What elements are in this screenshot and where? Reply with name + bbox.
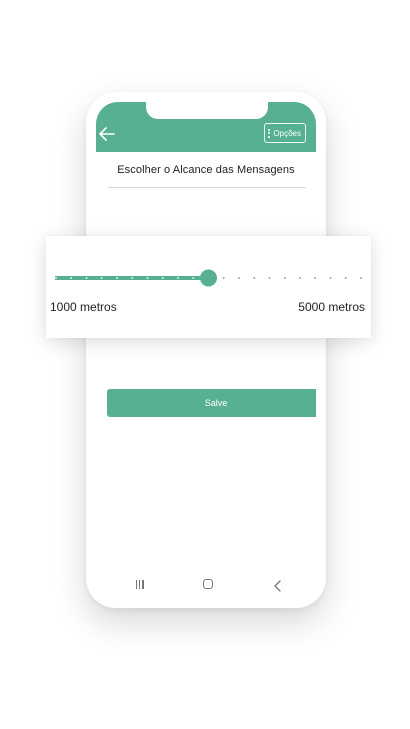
back-icon[interactable] — [273, 579, 283, 592]
slider-tick — [329, 277, 332, 279]
range-slider[interactable] — [54, 268, 362, 288]
slider-tick — [161, 277, 164, 279]
slider-tick — [283, 277, 286, 279]
slider-tick — [146, 277, 149, 279]
range-slider-card: 1000 metros 5000 metros — [46, 236, 371, 338]
system-nav-bar — [96, 576, 316, 598]
slider-tick — [177, 277, 179, 279]
phone-frame: Opções Escolher o Alcance das Mensagens … — [86, 92, 326, 608]
slider-tick — [85, 277, 88, 279]
slider-tick — [116, 277, 118, 279]
save-button[interactable]: Salve — [107, 389, 316, 417]
app-bar: Opções — [96, 102, 316, 152]
phone-screen: Opções Escolher o Alcance das Mensagens … — [96, 102, 316, 598]
back-arrow-icon[interactable] — [98, 126, 116, 142]
slider-min-label: 1000 metros — [50, 300, 117, 314]
more-vertical-icon — [268, 128, 271, 138]
title-divider — [108, 187, 306, 188]
slider-tick — [222, 277, 225, 279]
camera-notch — [146, 102, 268, 119]
slider-max-label: 5000 metros — [298, 300, 365, 314]
home-icon[interactable] — [203, 579, 213, 589]
slider-tick — [131, 277, 134, 279]
slider-tick — [253, 277, 256, 279]
slider-tick — [55, 277, 57, 279]
slider-tick — [192, 277, 195, 279]
options-label: Opções — [273, 128, 301, 138]
slider-tick — [299, 277, 301, 279]
slider-tick — [238, 277, 240, 279]
slider-tick — [344, 277, 347, 279]
options-button[interactable]: Opções — [264, 123, 306, 143]
slider-tick — [100, 277, 103, 279]
slider-tick — [360, 277, 362, 279]
page-title: Escolher o Alcance das Mensagens — [117, 164, 295, 176]
recents-icon[interactable] — [136, 580, 144, 589]
slider-tick — [268, 277, 271, 279]
slider-thumb[interactable] — [200, 269, 217, 287]
slider-tick — [314, 277, 317, 279]
slider-tick — [70, 277, 73, 279]
